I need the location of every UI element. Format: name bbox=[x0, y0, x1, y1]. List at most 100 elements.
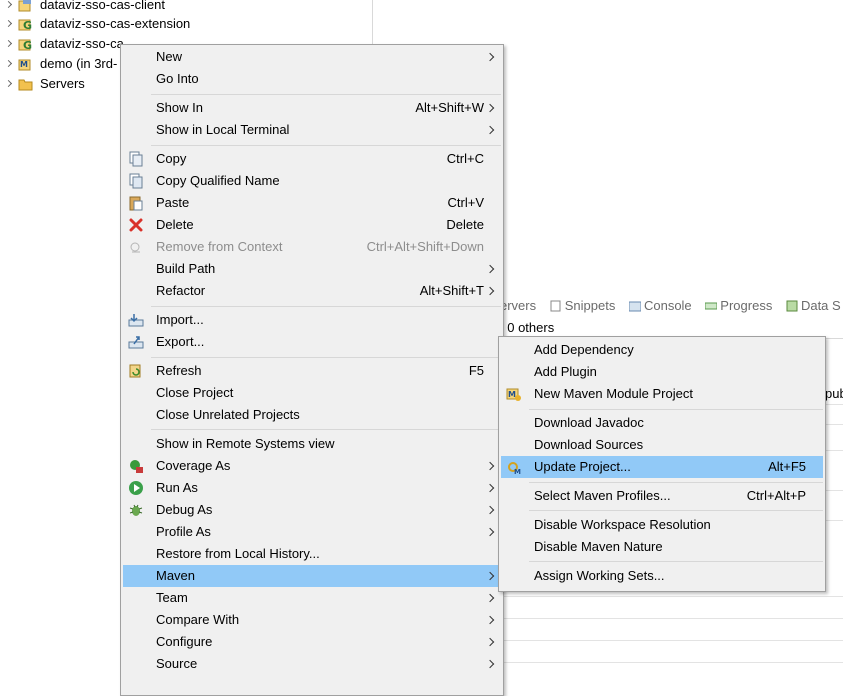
menu-separator bbox=[529, 482, 823, 483]
tab-servers[interactable]: ervers bbox=[500, 296, 536, 316]
tab-console[interactable]: Console bbox=[628, 296, 692, 316]
views-tab-bar: ervers Snippets Console Progress Data S bbox=[500, 296, 843, 316]
menu-separator bbox=[151, 306, 501, 307]
menu-item-refactor[interactable]: Refactor Alt+Shift+T bbox=[123, 280, 501, 302]
maven-module-icon: M bbox=[506, 386, 522, 402]
snippets-icon bbox=[550, 298, 562, 312]
maven-project-icon: M bbox=[18, 57, 34, 71]
menu-item-refresh[interactable]: Refresh F5 bbox=[123, 360, 501, 382]
table-row-line bbox=[500, 618, 843, 619]
import-icon bbox=[128, 312, 144, 328]
tree-item-label: dataviz-sso-ca bbox=[40, 36, 124, 51]
menu-item-download-sources[interactable]: Download Sources bbox=[501, 434, 823, 456]
menu-separator bbox=[151, 357, 501, 358]
expand-arrow-icon[interactable] bbox=[4, 34, 14, 54]
menu-item-profile-as[interactable]: Profile As bbox=[123, 521, 501, 543]
menu-item-copy-qualified-name[interactable]: Copy Qualified Name bbox=[123, 170, 501, 192]
tree-item-label: dataviz-sso-cas-extension bbox=[40, 16, 191, 31]
table-row-line bbox=[500, 596, 843, 597]
tree-item-sso-cas-extension[interactable]: G dataviz-sso-cas-extension bbox=[0, 14, 372, 34]
menu-item-coverage-as[interactable]: Coverage As bbox=[123, 455, 501, 477]
menu-item-show-in-local-terminal[interactable]: Show in Local Terminal bbox=[123, 119, 501, 141]
menu-item-delete[interactable]: Delete Delete bbox=[123, 214, 501, 236]
update-project-icon: M bbox=[506, 459, 522, 476]
tab-snippets[interactable]: Snippets bbox=[550, 296, 615, 316]
paste-icon bbox=[128, 195, 144, 211]
console-icon bbox=[628, 298, 642, 312]
svg-text:M: M bbox=[508, 390, 516, 399]
menu-item-maven[interactable]: Maven bbox=[123, 565, 501, 587]
menu-separator bbox=[529, 409, 823, 410]
menu-item-new-maven-module[interactable]: M New Maven Module Project bbox=[501, 383, 823, 405]
menu-separator bbox=[529, 561, 823, 562]
expand-arrow-icon[interactable] bbox=[4, 14, 14, 34]
copy-icon bbox=[128, 151, 144, 167]
menu-item-go-into[interactable]: Go Into bbox=[123, 68, 501, 90]
submenu-arrow-icon bbox=[485, 659, 495, 669]
menu-item-remove-from-context[interactable]: Remove from Context Ctrl+Alt+Shift+Down bbox=[123, 236, 501, 258]
menu-item-team[interactable]: Team bbox=[123, 587, 501, 609]
menu-item-add-plugin[interactable]: Add Plugin bbox=[501, 361, 823, 383]
menu-item-compare-with[interactable]: Compare With bbox=[123, 609, 501, 631]
refresh-icon bbox=[128, 363, 144, 379]
debug-bug-icon bbox=[128, 502, 144, 518]
gradle-project-icon: G bbox=[18, 17, 34, 32]
tab-data-source[interactable]: Data S bbox=[786, 296, 841, 316]
menu-item-disable-maven-nature[interactable]: Disable Maven Nature bbox=[501, 536, 823, 558]
tree-item-label: Servers bbox=[40, 76, 85, 91]
tree-item-label: dataviz-sso-cas-client bbox=[40, 0, 165, 12]
views-status-text: , 0 others bbox=[500, 320, 555, 335]
menu-item-show-in-remote-systems[interactable]: Show in Remote Systems view bbox=[123, 433, 501, 455]
run-icon bbox=[128, 480, 144, 496]
menu-item-disable-workspace-resolution[interactable]: Disable Workspace Resolution bbox=[501, 514, 823, 536]
submenu-arrow-icon bbox=[485, 527, 495, 537]
menu-item-close-unrelated-projects[interactable]: Close Unrelated Projects bbox=[123, 404, 501, 426]
menu-item-download-javadoc[interactable]: Download Javadoc bbox=[501, 412, 823, 434]
expand-arrow-icon[interactable] bbox=[4, 54, 14, 74]
context-menu: New Go Into Show In Alt+Shift+W Show in L… bbox=[120, 44, 504, 696]
submenu-arrow-icon bbox=[485, 52, 495, 62]
menu-item-export[interactable]: Export... bbox=[123, 331, 501, 353]
copy-qualified-name-icon bbox=[128, 173, 144, 189]
clipped-text: pub bbox=[825, 386, 843, 401]
java-project-icon bbox=[18, 0, 34, 12]
menu-item-debug-as[interactable]: Debug As bbox=[123, 499, 501, 521]
delete-icon bbox=[128, 217, 144, 233]
table-row-line bbox=[500, 640, 843, 641]
submenu-arrow-icon bbox=[485, 571, 495, 581]
gradle-project-icon: G bbox=[18, 37, 34, 52]
submenu-arrow-icon bbox=[485, 125, 495, 135]
table-row-line bbox=[500, 662, 843, 663]
menu-item-configure[interactable]: Configure bbox=[123, 631, 501, 653]
maven-submenu: Add Dependency Add Plugin M New Maven Mo… bbox=[498, 336, 826, 592]
tab-progress[interactable]: Progress bbox=[704, 296, 772, 316]
menu-item-restore-local-history[interactable]: Restore from Local History... bbox=[123, 543, 501, 565]
export-icon bbox=[128, 334, 144, 350]
expand-arrow-icon[interactable] bbox=[4, 74, 14, 94]
menu-item-close-project[interactable]: Close Project bbox=[123, 382, 501, 404]
menu-item-new[interactable]: New bbox=[123, 46, 501, 68]
submenu-arrow-icon bbox=[485, 615, 495, 625]
menu-item-assign-working-sets[interactable]: Assign Working Sets... bbox=[501, 565, 823, 587]
menu-separator bbox=[151, 145, 501, 146]
submenu-arrow-icon bbox=[485, 264, 495, 274]
tree-item-sso-cas-client[interactable]: dataviz-sso-cas-client bbox=[0, 0, 372, 15]
menu-separator bbox=[151, 429, 501, 430]
menu-item-run-as[interactable]: Run As bbox=[123, 477, 501, 499]
tree-item-label: demo (in 3rd- bbox=[40, 56, 118, 71]
menu-item-paste[interactable]: Paste Ctrl+V bbox=[123, 192, 501, 214]
menu-item-select-maven-profiles[interactable]: Select Maven Profiles... Ctrl+Alt+P bbox=[501, 485, 823, 507]
expand-arrow-icon[interactable] bbox=[4, 0, 14, 15]
progress-icon bbox=[704, 298, 718, 310]
svg-text:M: M bbox=[514, 468, 521, 475]
menu-item-add-dependency[interactable]: Add Dependency bbox=[501, 339, 823, 361]
menu-item-source[interactable]: Source bbox=[123, 653, 501, 675]
menu-item-copy[interactable]: Copy Ctrl+C bbox=[123, 148, 501, 170]
menu-item-build-path[interactable]: Build Path bbox=[123, 258, 501, 280]
menu-item-update-project[interactable]: M Update Project... Alt+F5 bbox=[501, 456, 823, 478]
menu-item-show-in[interactable]: Show In Alt+Shift+W bbox=[123, 97, 501, 119]
menu-separator bbox=[151, 94, 501, 95]
submenu-arrow-icon bbox=[485, 483, 495, 493]
submenu-arrow-icon bbox=[485, 593, 495, 603]
menu-item-import[interactable]: Import... bbox=[123, 309, 501, 331]
